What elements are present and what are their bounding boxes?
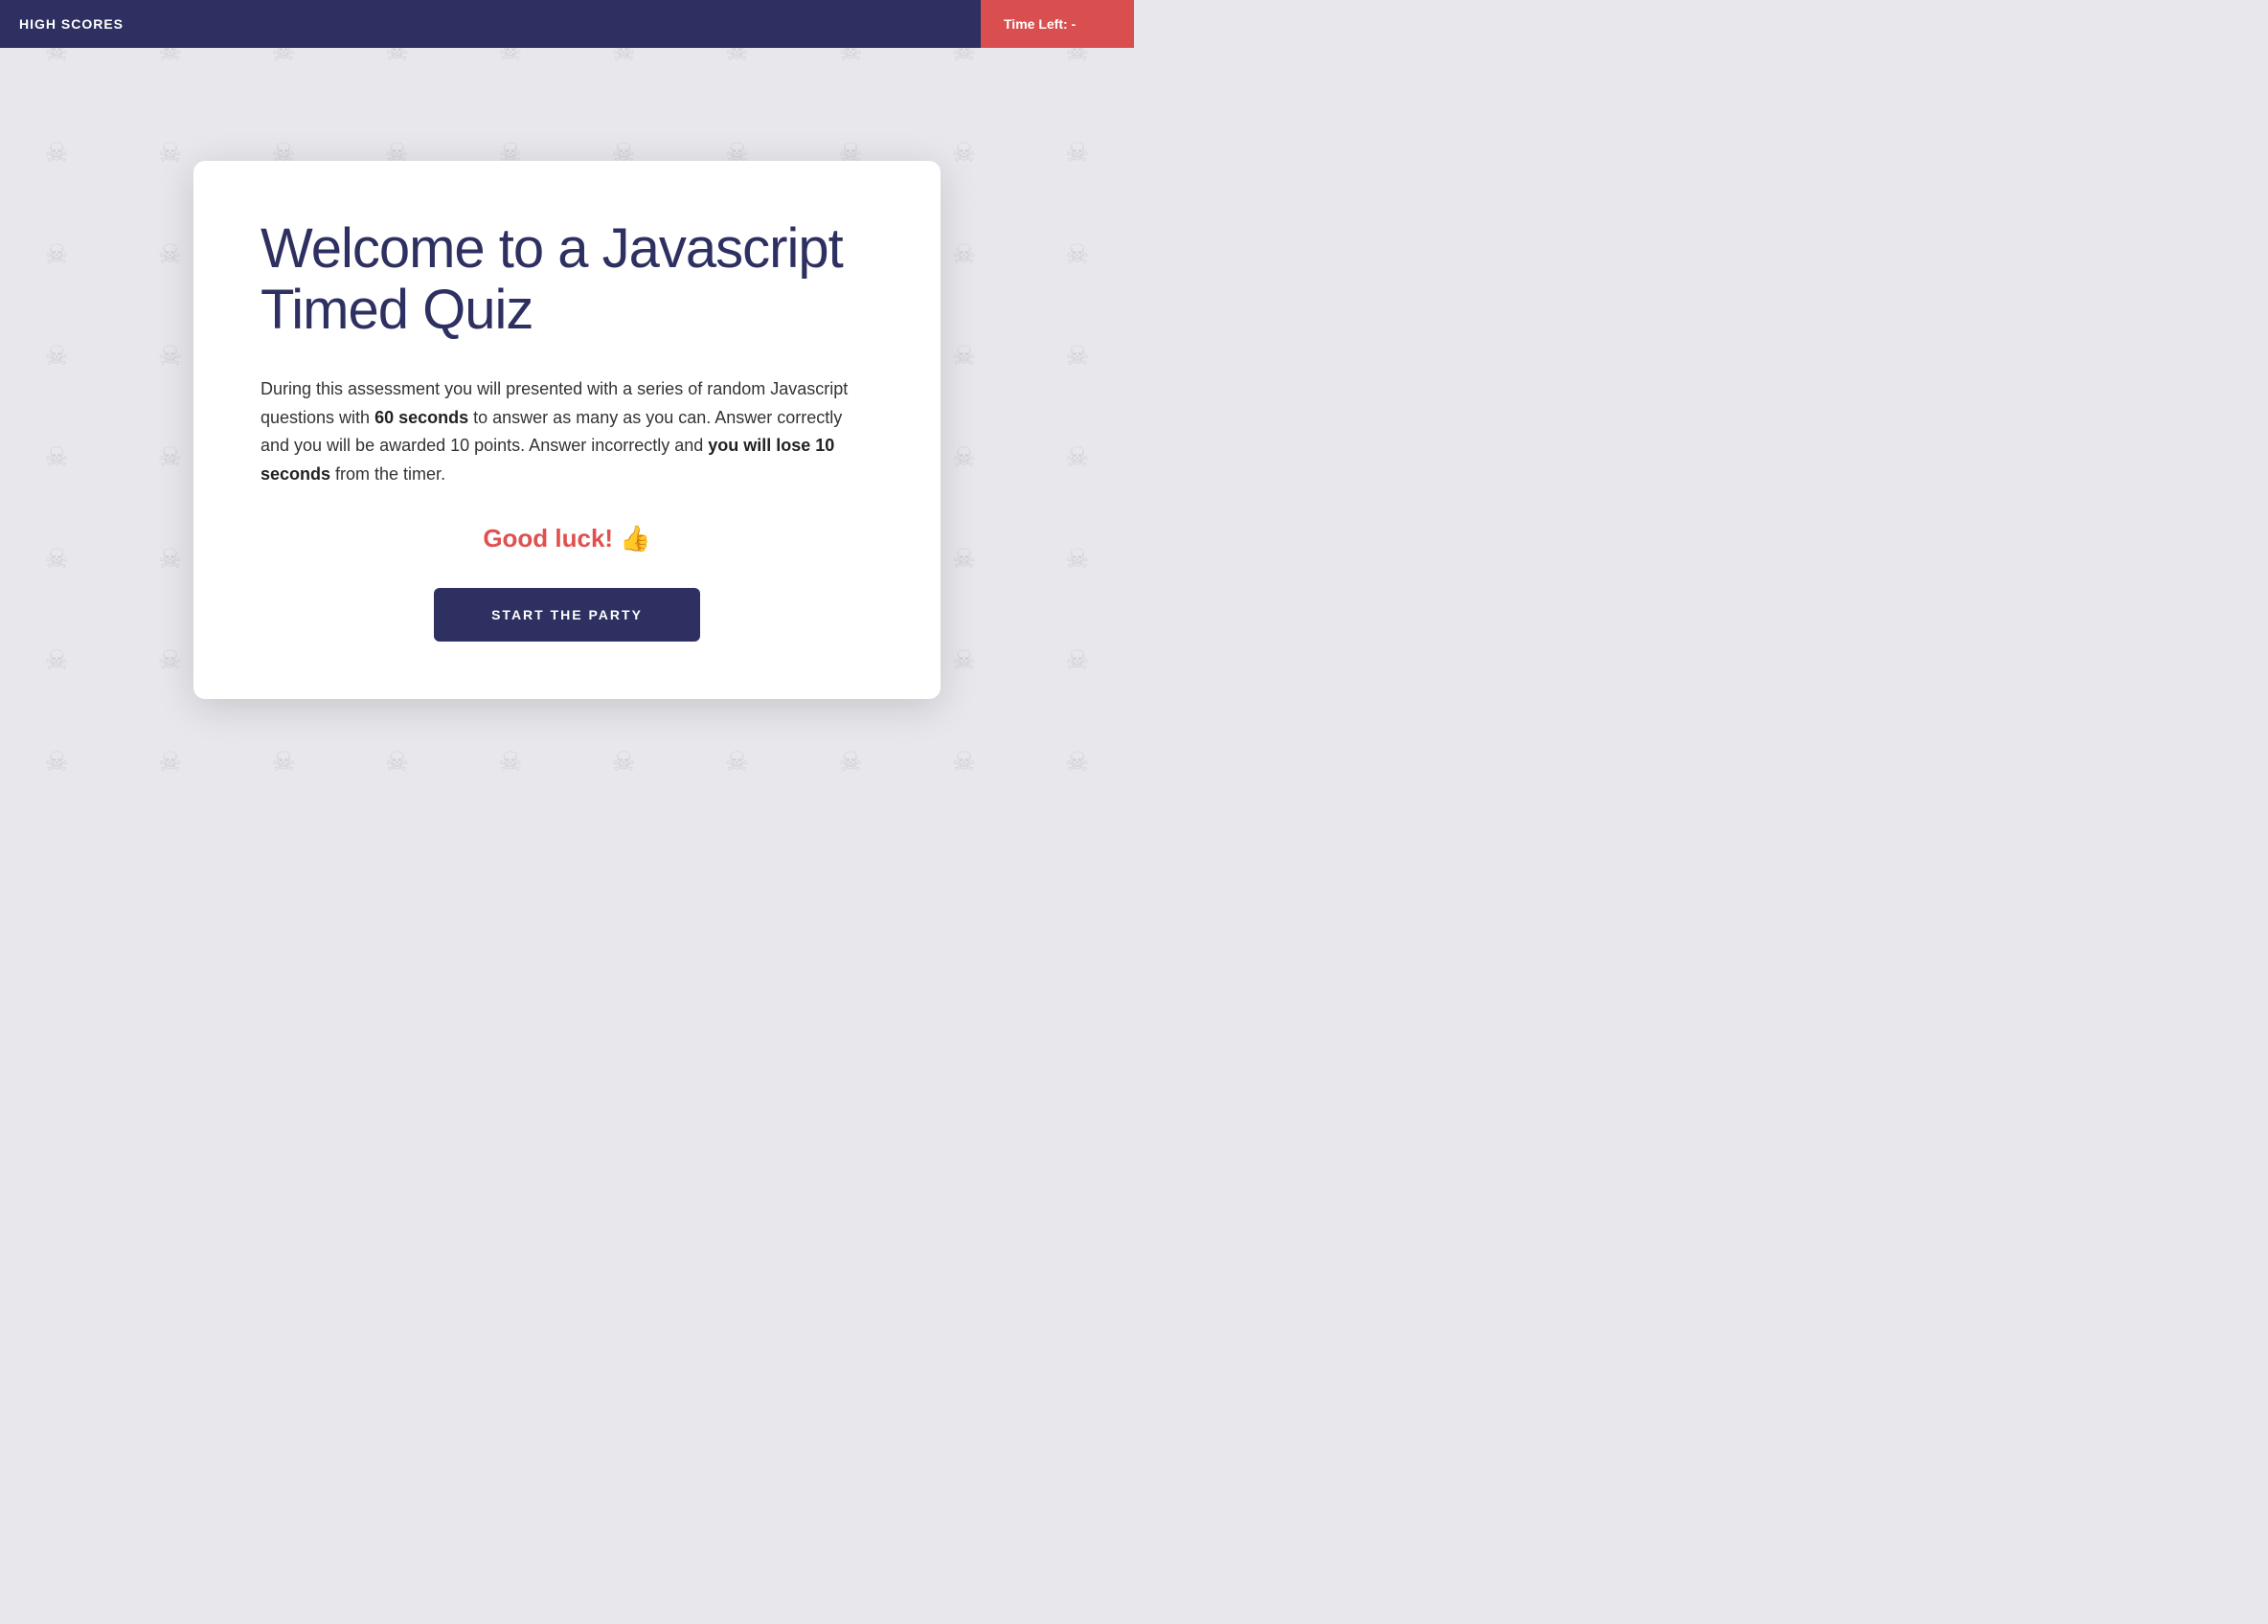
- high-scores-link[interactable]: HIGH SCORES: [19, 16, 124, 32]
- start-party-button[interactable]: START THE PARTY: [434, 588, 700, 642]
- good-luck-text: Good luck! 👍: [261, 524, 873, 553]
- desc-text-3: from the timer.: [330, 464, 445, 484]
- timer-label: Time Left:: [1004, 16, 1068, 32]
- card-title: Welcome to a Javascript Timed Quiz: [261, 218, 873, 341]
- timer-value: -: [1072, 16, 1077, 32]
- desc-bold-1: 60 seconds: [374, 408, 468, 427]
- timer-display: Time Left: -: [981, 0, 1134, 48]
- header: HIGH SCORES Time Left: -: [0, 0, 1134, 48]
- main-content: Welcome to a Javascript Timed Quiz Durin…: [0, 48, 1134, 812]
- welcome-card: Welcome to a Javascript Timed Quiz Durin…: [193, 161, 941, 698]
- card-description: During this assessment you will presente…: [261, 375, 873, 489]
